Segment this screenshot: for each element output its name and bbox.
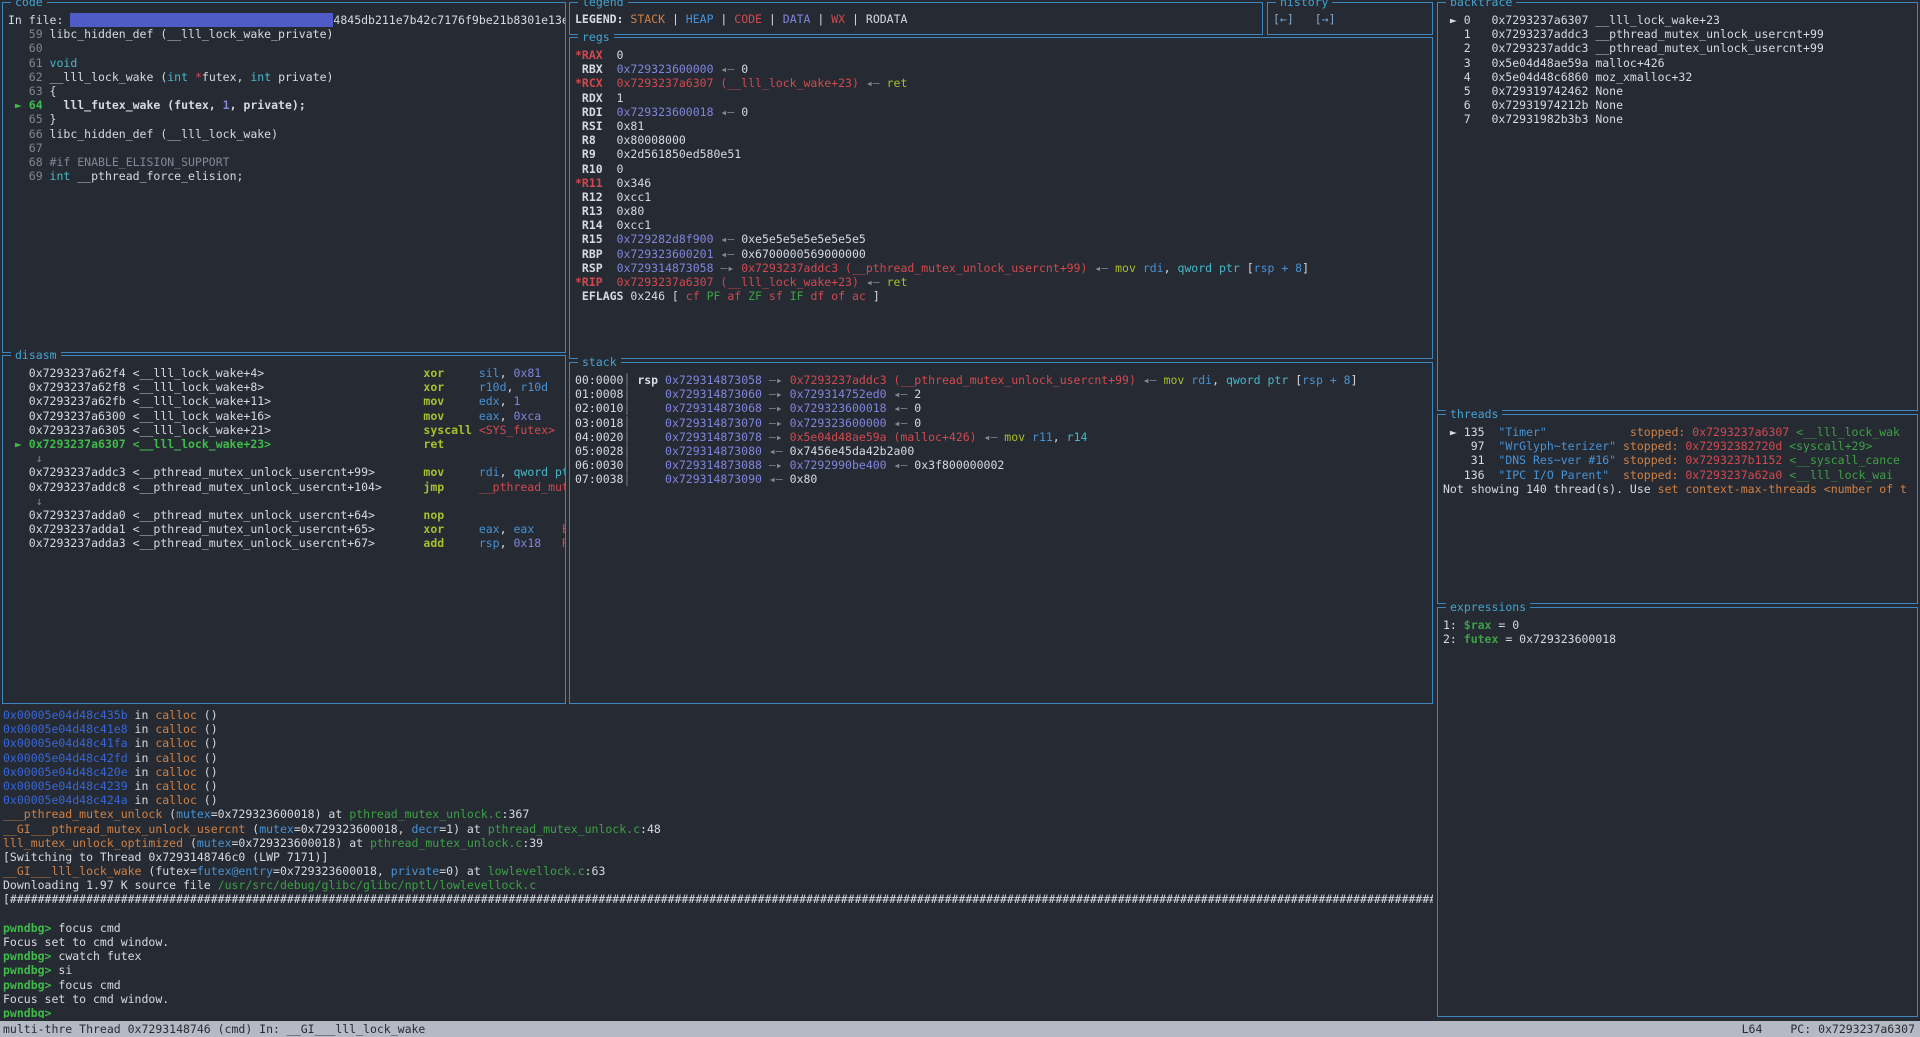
panel-regs: regs *RAX 0 RBX 0x729323600000 ◂— 0*RCX … (569, 37, 1433, 359)
status-right: L64 PC: 0x7293237a6307 (1742, 1022, 1915, 1036)
stack-lines: 00:0000│ rsp 0x729314873058 —▸ 0x7293237… (570, 363, 1432, 703)
status-line-indicator: L64 (1742, 1022, 1763, 1036)
expressions-panel-title: expressions (1446, 601, 1530, 614)
panel-history: history [←] [→] (1267, 2, 1433, 35)
disasm-panel-title: disasm (11, 349, 61, 362)
regs-panel-title: regs (578, 31, 614, 44)
status-thread-info: multi-thre Thread 0x7293148746 (cmd) In:… (3, 1022, 425, 1036)
panel-threads: threads ► 135 "Timer" stopped: 0x7293237… (1437, 414, 1918, 604)
thread-lines: ► 135 "Timer" stopped: 0x7293237a6307 <_… (1438, 415, 1917, 603)
source-code-lines: In file: 4845db211e7b42c7176f9be21b8301e… (3, 3, 565, 352)
history-panel-title: history (1276, 0, 1332, 9)
panel-code: code In file: 4845db211e7b42c7176f9be21b… (2, 2, 566, 353)
pwndbg-terminal: code In file: 4845db211e7b42c7176f9be21b… (0, 0, 1920, 1037)
panel-disasm: disasm 0x7293237a62f4 <__lll_lock_wake+4… (2, 355, 566, 704)
legend-line: LEGEND: STACK | HEAP | CODE | DATA | WX … (570, 3, 1262, 34)
legend-panel-title: legend (578, 0, 628, 9)
panel-backtrace: backtrace ► 0 0x7293237a6307 __lll_lock_… (1437, 2, 1918, 411)
expression-lines: 1: $rax = 02: futex = 0x729323600018 (1438, 608, 1917, 1016)
threads-panel-title: threads (1446, 408, 1502, 421)
backtrace-lines: ► 0 0x7293237a6307 __lll_lock_wake+23 1 … (1438, 3, 1917, 410)
disassembly-lines: 0x7293237a62f4 <__lll_lock_wake+4> xor s… (3, 356, 565, 703)
status-bar: multi-thre Thread 0x7293148746 (cmd) In:… (0, 1021, 1920, 1037)
register-lines: *RAX 0 RBX 0x729323600000 ◂— 0*RCX 0x729… (570, 38, 1432, 358)
history-back-button[interactable]: [←] (1273, 12, 1294, 26)
terminal-command-output[interactable]: 0x00005e04d48c435b in calloc ()0x00005e0… (3, 708, 1433, 1018)
panel-stack: stack 00:0000│ rsp 0x729314873058 —▸ 0x7… (569, 362, 1433, 704)
code-panel-title: code (11, 0, 47, 9)
backtrace-panel-title: backtrace (1446, 0, 1516, 9)
history-forward-button[interactable]: [→] (1315, 12, 1336, 26)
panel-legend: legend LEGEND: STACK | HEAP | CODE | DAT… (569, 2, 1263, 35)
status-pc-indicator: PC: 0x7293237a6307 (1790, 1022, 1915, 1036)
panel-expressions: expressions 1: $rax = 02: futex = 0x7293… (1437, 607, 1918, 1017)
stack-panel-title: stack (578, 356, 621, 369)
